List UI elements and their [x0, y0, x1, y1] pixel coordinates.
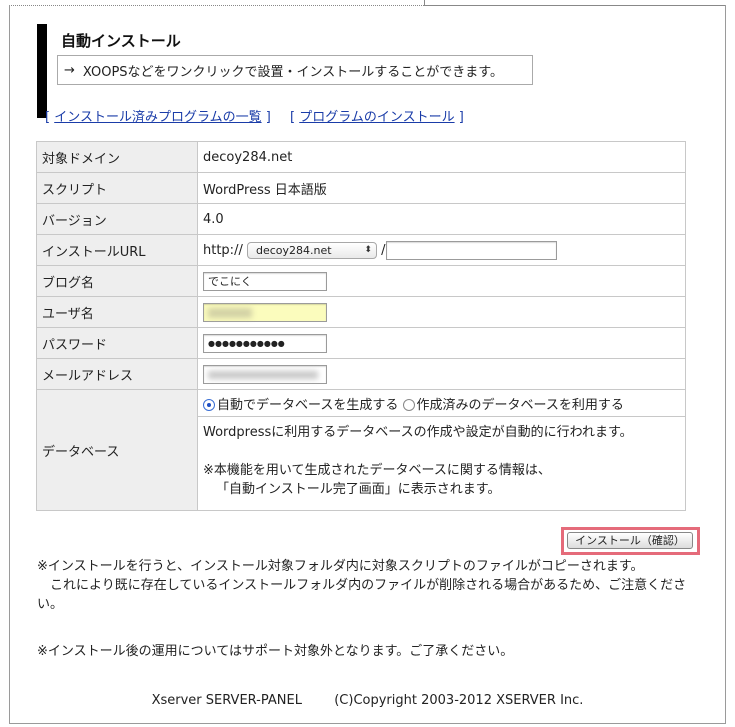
email-cell	[197, 358, 686, 390]
install-form-table: 対象ドメイン decoy284.net スクリプト WordPress 日本語版…	[36, 141, 686, 511]
database-note-line2: 「自動インストール完了画面」に表示されます。	[216, 482, 501, 497]
install-confirm-button[interactable]: インストール（確認）	[567, 532, 693, 549]
database-info-text: Wordpressに利用するデータベースの作成や設定が自動的に行われます。	[203, 425, 633, 440]
page-title: 自動インストール	[61, 32, 181, 50]
form-row-script: スクリプト WordPress 日本語版	[36, 172, 686, 204]
footer-copyright: (C)Copyright 2003-2012 XSERVER Inc.	[334, 693, 584, 708]
email-input[interactable]	[203, 364, 327, 384]
script-value: WordPress 日本語版	[197, 172, 686, 204]
domain-value: decoy284.net	[197, 141, 686, 173]
footer-brand: Xserver SERVER-PANEL	[151, 693, 302, 708]
blog-name-input[interactable]: でこにく	[203, 271, 327, 291]
password-cell: ●●●●●●●●●●●	[197, 327, 686, 359]
password-input[interactable]: ●●●●●●●●●●●	[203, 333, 327, 353]
installed-programs-link[interactable]: インストール済みプログラムの一覧	[54, 110, 261, 125]
install-program-link[interactable]: プログラムのインストール	[299, 110, 454, 125]
form-row-install-url: インストールURL http:// decoy284.net ⬍ /	[36, 234, 686, 266]
db-existing-label[interactable]: 作成済みのデータベースを利用する	[417, 398, 624, 413]
install-url-label: インストールURL	[36, 234, 198, 266]
form-row-password: パスワード ●●●●●●●●●●●	[36, 327, 686, 359]
install-path-input[interactable]	[385, 240, 557, 260]
form-row-database-options: データベース 自動でデータベースを生成する 作成済みのデータベースを利用する	[36, 389, 686, 511]
form-row-username: ユーザ名	[36, 296, 686, 328]
nav-link-installed: [ インストール済みプログラムの一覧 ]	[45, 110, 271, 125]
select-arrows-icon: ⬍	[364, 245, 372, 255]
form-row-blog-name: ブログ名 でこにく	[36, 265, 686, 297]
note-line2: これにより既に存在しているインストールフォルダ内のファイルが削除される場合がある…	[37, 578, 687, 612]
install-url-cell: http:// decoy284.net ⬍ /	[197, 234, 686, 266]
form-row-domain: 対象ドメイン decoy284.net	[36, 141, 686, 173]
form-row-email: メールアドレス	[36, 358, 686, 390]
description-box: → XOOPSなどをワンクリックで設置・インストールすることができます。	[57, 55, 533, 85]
script-label: スクリプト	[36, 172, 198, 204]
domain-select-value: decoy284.net	[255, 243, 332, 257]
password-label: パスワード	[36, 327, 198, 359]
arrow-icon: →	[64, 62, 75, 78]
username-input[interactable]	[203, 302, 327, 322]
description-text: XOOPSなどをワンクリックで設置・インストールすることができます。	[82, 64, 503, 80]
database-note-line1: ※本機能を用いて生成されたデータベースに関する情報は、	[203, 463, 551, 478]
url-prefix: http://	[203, 242, 243, 258]
database-label: データベース	[36, 389, 198, 511]
email-label: メールアドレス	[36, 358, 198, 390]
note-line1: ※インストールを行うと、インストール対象フォルダ内に対象スクリプトのファイルがコ…	[37, 559, 644, 574]
database-info-cell: Wordpressに利用するデータベースの作成や設定が自動的に行われます。 ※本…	[197, 416, 686, 511]
blog-name-label: ブログ名	[36, 265, 198, 297]
username-label: ユーザ名	[36, 296, 198, 328]
domain-select[interactable]: decoy284.net ⬍	[246, 241, 377, 259]
version-value: 4.0	[197, 203, 686, 235]
nav-link-install: [ プログラムのインストール ]	[290, 110, 464, 125]
note-line3: ※インストール後の運用についてはサポート対象外となります。ご了承ください。	[37, 644, 514, 659]
db-existing-radio[interactable]	[402, 399, 415, 411]
footer: Xserver SERVER-PANEL (C)Copyright 2003-2…	[0, 693, 735, 708]
form-row-version: バージョン 4.0	[36, 203, 686, 235]
db-auto-label[interactable]: 自動でデータベースを生成する	[217, 398, 398, 413]
domain-label: 対象ドメイン	[36, 141, 198, 173]
version-label: バージョン	[36, 203, 198, 235]
blog-name-cell: でこにく	[197, 265, 686, 297]
db-auto-radio[interactable]	[203, 399, 215, 411]
username-cell	[197, 296, 686, 328]
database-options-cell: 自動でデータベースを生成する 作成済みのデータベースを利用する	[197, 389, 686, 417]
title-accent-bar	[37, 24, 47, 118]
